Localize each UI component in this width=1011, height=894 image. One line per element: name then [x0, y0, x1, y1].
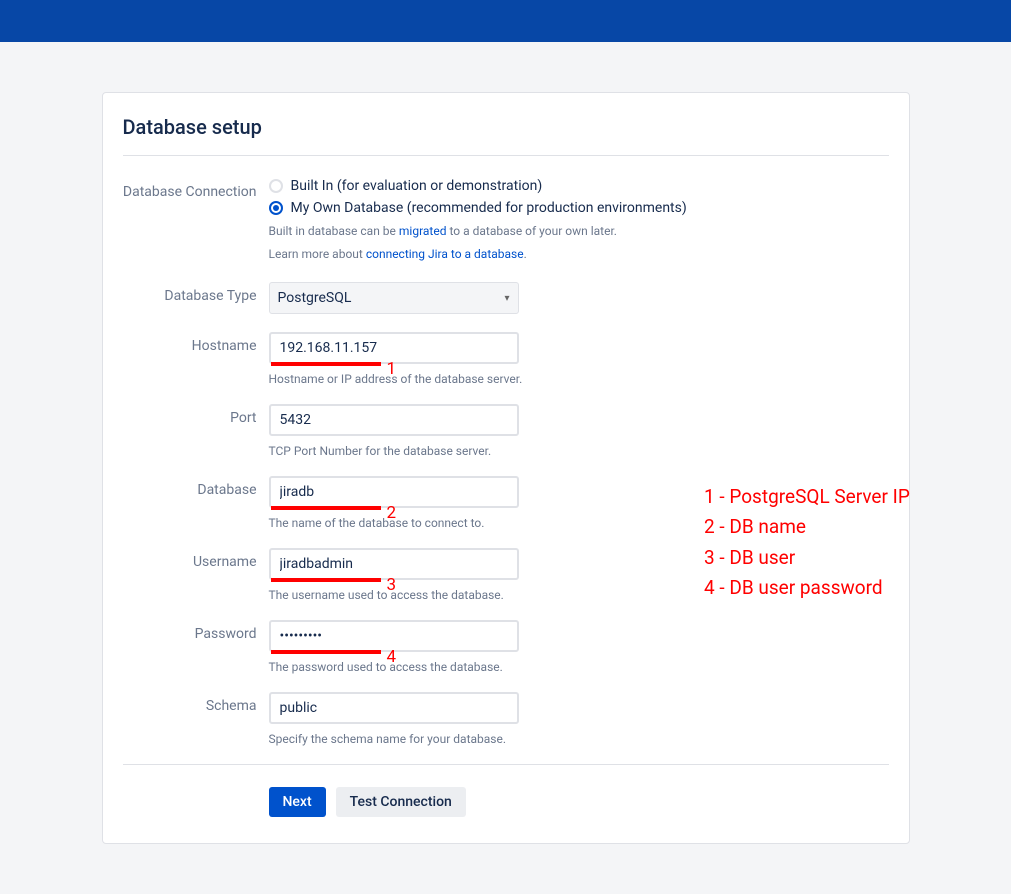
port-input[interactable] — [269, 404, 519, 436]
username-input[interactable] — [269, 548, 519, 580]
database-type-select[interactable]: PostgreSQL ▾ — [269, 282, 519, 314]
connection-hint: Built in database can be migrated to a d… — [269, 222, 687, 241]
schema-desc: Specify the schema name for your databas… — [269, 732, 519, 746]
label-database-type: Database Type — [123, 282, 269, 304]
legend-line-1: 1 - PostgreSQL Server IP — [704, 482, 910, 512]
database-desc: The name of the database to connect to. — [269, 516, 519, 530]
label-hostname: Hostname — [123, 332, 269, 354]
schema-input[interactable] — [269, 692, 519, 724]
label-username: Username — [123, 548, 269, 570]
port-desc: TCP Port Number for the database server. — [269, 444, 519, 458]
migrated-link[interactable]: migrated — [399, 224, 447, 238]
radio-builtin-label: Built In (for evaluation or demonstratio… — [291, 178, 543, 194]
annotation-legend: 1 - PostgreSQL Server IP 2 - DB name 3 -… — [704, 482, 910, 604]
legend-line-3: 3 - DB user — [704, 543, 910, 573]
radio-icon-selected — [269, 201, 283, 215]
page-title: Database setup — [123, 115, 889, 156]
label-schema: Schema — [123, 692, 269, 714]
radio-own-database[interactable]: My Own Database (recommended for product… — [269, 200, 687, 216]
divider — [123, 764, 889, 765]
legend-line-2: 2 - DB name — [704, 512, 910, 542]
top-bar — [0, 0, 1011, 42]
next-button[interactable]: Next — [269, 787, 326, 817]
radio-own-label: My Own Database (recommended for product… — [291, 200, 687, 216]
setup-card: Database setup Database Connection Built… — [102, 92, 910, 844]
database-input[interactable] — [269, 476, 519, 508]
label-password: Password — [123, 620, 269, 642]
username-desc: The username used to access the database… — [269, 588, 519, 602]
radio-builtin[interactable]: Built In (for evaluation or demonstratio… — [269, 178, 687, 194]
database-type-value: PostgreSQL — [278, 290, 352, 306]
chevron-down-icon: ▾ — [504, 293, 509, 304]
hostname-desc: Hostname or IP address of the database s… — [269, 372, 523, 386]
password-desc: The password used to access the database… — [269, 660, 519, 674]
test-connection-button[interactable]: Test Connection — [336, 787, 466, 817]
label-database: Database — [123, 476, 269, 498]
radio-icon — [269, 179, 283, 193]
hostname-input[interactable] — [269, 332, 519, 364]
connection-hint2: Learn more about connecting Jira to a da… — [269, 245, 687, 264]
label-database-connection: Database Connection — [123, 178, 269, 200]
label-port: Port — [123, 404, 269, 426]
password-input[interactable] — [269, 620, 519, 652]
legend-line-4: 4 - DB user password — [704, 573, 910, 603]
connect-jira-link[interactable]: connecting Jira to a database — [366, 247, 524, 261]
